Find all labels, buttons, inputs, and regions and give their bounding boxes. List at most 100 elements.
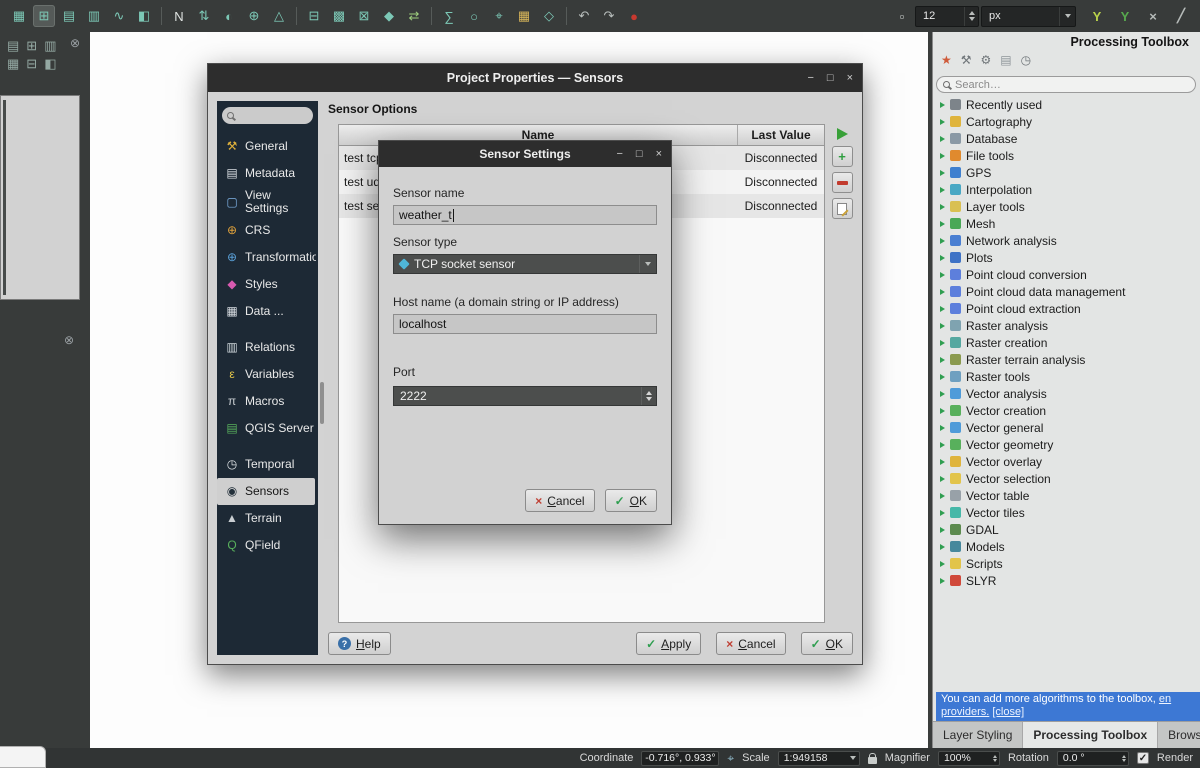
connect-sensor-button[interactable] — [837, 128, 848, 140]
toolbar-tool-icon[interactable] — [566, 7, 567, 25]
clear-icon[interactable]: × — [1142, 5, 1164, 27]
history-clock-icon[interactable]: ◷ — [1021, 53, 1031, 67]
sidebar-item[interactable] — [217, 325, 318, 334]
map-tool-icon[interactable]: ▦ — [8, 5, 30, 27]
expand-arrow-icon[interactable] — [940, 221, 945, 227]
chevron-down-icon[interactable] — [847, 752, 859, 765]
expand-arrow-icon[interactable] — [940, 391, 945, 397]
branch-light-icon[interactable]: Y — [1086, 5, 1108, 27]
expand-arrow-icon[interactable] — [940, 510, 945, 516]
toolbar-tool-icon[interactable] — [161, 7, 162, 25]
font-size-spinbox[interactable]: 12 — [915, 6, 979, 27]
toolbox-group[interactable]: Cartography — [933, 113, 1200, 130]
toolbox-group[interactable]: Vector general — [933, 419, 1200, 436]
toolbox-group[interactable]: Network analysis — [933, 232, 1200, 249]
toolbox-group[interactable]: SLYR — [933, 572, 1200, 589]
pencil-slash-icon[interactable]: ╱ — [1170, 5, 1192, 27]
close-notification-link[interactable]: [close] — [992, 706, 1024, 718]
toolbar-tool-icon[interactable] — [431, 7, 432, 25]
expand-arrow-icon[interactable] — [940, 323, 945, 329]
sidebar-item-view-settings[interactable]: ▢ View Settings — [217, 187, 318, 217]
sensor-type-combobox[interactable]: TCP socket sensor — [393, 254, 657, 274]
expand-arrow-icon[interactable] — [940, 357, 945, 363]
triangle-tool-icon[interactable]: △ — [268, 5, 290, 27]
scale-combobox[interactable]: 1:949158 — [778, 751, 860, 766]
add-panel-icon[interactable]: ⊞ — [26, 38, 37, 54]
host-name-input[interactable]: localhost — [393, 314, 657, 334]
redo-icon[interactable]: ↷ — [598, 5, 620, 27]
toolbox-group[interactable]: Interpolation — [933, 181, 1200, 198]
expand-arrow-icon[interactable] — [940, 255, 945, 261]
magnifier-spinbox[interactable]: 100% — [938, 751, 1000, 766]
cancel-button[interactable]: × Cancel — [525, 489, 594, 512]
enable-providers-link[interactable]: en — [1159, 693, 1171, 705]
sidebar-item-macros[interactable]: π Macros — [217, 388, 318, 415]
help-button[interactable]: ? Help — [328, 632, 391, 655]
half-square-tool-icon[interactable]: ◧ — [133, 5, 155, 27]
hatch-tool-icon[interactable]: ▩ — [328, 5, 350, 27]
expand-arrow-icon[interactable] — [940, 238, 945, 244]
coordinate-input[interactable]: -0.716°, 0.933° — [641, 751, 719, 766]
split-panel-icon[interactable]: ◧ — [44, 56, 56, 72]
sidebar-scrollbar[interactable] — [320, 382, 324, 424]
spin-arrows[interactable] — [641, 387, 656, 405]
toolbox-group[interactable]: Models — [933, 538, 1200, 555]
add-point-tool-icon[interactable]: ⊕ — [243, 5, 265, 27]
grid-panel-icon[interactable]: ▥ — [44, 38, 56, 54]
expand-arrow-icon[interactable] — [940, 306, 945, 312]
ok-button[interactable]: ✓ OK — [801, 632, 853, 655]
branch-icon[interactable]: Y — [1114, 5, 1136, 27]
north-arrow-icon[interactable]: N — [168, 5, 190, 27]
log-icon[interactable]: ▤ — [1000, 53, 1011, 67]
expand-arrow-icon[interactable] — [940, 204, 945, 210]
toolbox-group[interactable]: Point cloud conversion — [933, 266, 1200, 283]
close-button[interactable]: × — [656, 148, 662, 160]
toolbox-group[interactable]: Raster analysis — [933, 317, 1200, 334]
toolbox-group[interactable]: Vector table — [933, 487, 1200, 504]
toolbox-group[interactable]: Point cloud data management — [933, 283, 1200, 300]
remove-sensor-button[interactable] — [832, 172, 853, 193]
rotation-spinbox[interactable]: 0.0 ° — [1057, 751, 1129, 766]
ok-button[interactable]: ✓ OK — [605, 489, 657, 512]
expand-arrow-icon[interactable] — [940, 187, 945, 193]
expand-arrow-icon[interactable] — [940, 459, 945, 465]
toolbox-group[interactable]: File tools — [933, 147, 1200, 164]
settings-gear-icon[interactable]: ⚙ — [981, 53, 992, 67]
curve-tool-icon[interactable]: ∿ — [108, 5, 130, 27]
edit-sensor-button[interactable] — [832, 198, 853, 219]
favorites-icon[interactable]: ★ — [941, 53, 952, 67]
sidebar-item-data-sources[interactable]: ▦ Data ... — [217, 298, 318, 325]
cancel-button[interactable]: × Cancel — [716, 632, 785, 655]
sidebar-item-qgis-server[interactable]: ▤ QGIS Server — [217, 415, 318, 442]
toolbox-group[interactable]: GDAL — [933, 521, 1200, 538]
wrench-icon[interactable]: ⚒ — [961, 53, 972, 67]
chevron-down-icon[interactable] — [639, 255, 656, 273]
toolbox-group[interactable]: Database — [933, 130, 1200, 147]
sort-tool-icon[interactable]: ⇅ — [193, 5, 215, 27]
expand-arrow-icon[interactable] — [940, 289, 945, 295]
toolbox-group[interactable]: Vector analysis — [933, 385, 1200, 402]
toolbox-group[interactable]: Vector geometry — [933, 436, 1200, 453]
toolbox-group[interactable]: Mesh — [933, 215, 1200, 232]
toolbox-group[interactable]: Recently used — [933, 96, 1200, 113]
collapse-panel-icon[interactable]: ⊟ — [26, 56, 37, 72]
search-input[interactable] — [955, 79, 1189, 91]
sidebar-item-metadata[interactable]: ▤ Metadata — [217, 160, 318, 187]
table-tool-icon[interactable]: ▦ — [513, 5, 535, 27]
expand-arrow-icon[interactable] — [940, 170, 945, 176]
toolbox-group[interactable]: Scripts — [933, 555, 1200, 572]
swap-tool-icon[interactable]: ⇄ — [403, 5, 425, 27]
unit-combobox[interactable]: px — [981, 6, 1076, 27]
toolbox-group[interactable]: Raster tools — [933, 368, 1200, 385]
expand-arrow-icon[interactable] — [940, 136, 945, 142]
toolbox-group[interactable]: Vector selection — [933, 470, 1200, 487]
expand-arrow-icon[interactable] — [940, 527, 945, 533]
contrast-tool-icon[interactable]: ◐ — [218, 5, 240, 27]
expand-arrow-icon[interactable] — [940, 102, 945, 108]
toolbox-group[interactable]: Plots — [933, 249, 1200, 266]
layers-panel-icon[interactable]: ▤ — [7, 38, 19, 54]
expand-arrow-icon[interactable] — [940, 561, 945, 567]
toolbox-group[interactable]: Vector tiles — [933, 504, 1200, 521]
sidebar-item-terrain[interactable]: ▲ Terrain — [217, 505, 318, 532]
map-panel-icon[interactable]: ▦ — [7, 56, 19, 72]
